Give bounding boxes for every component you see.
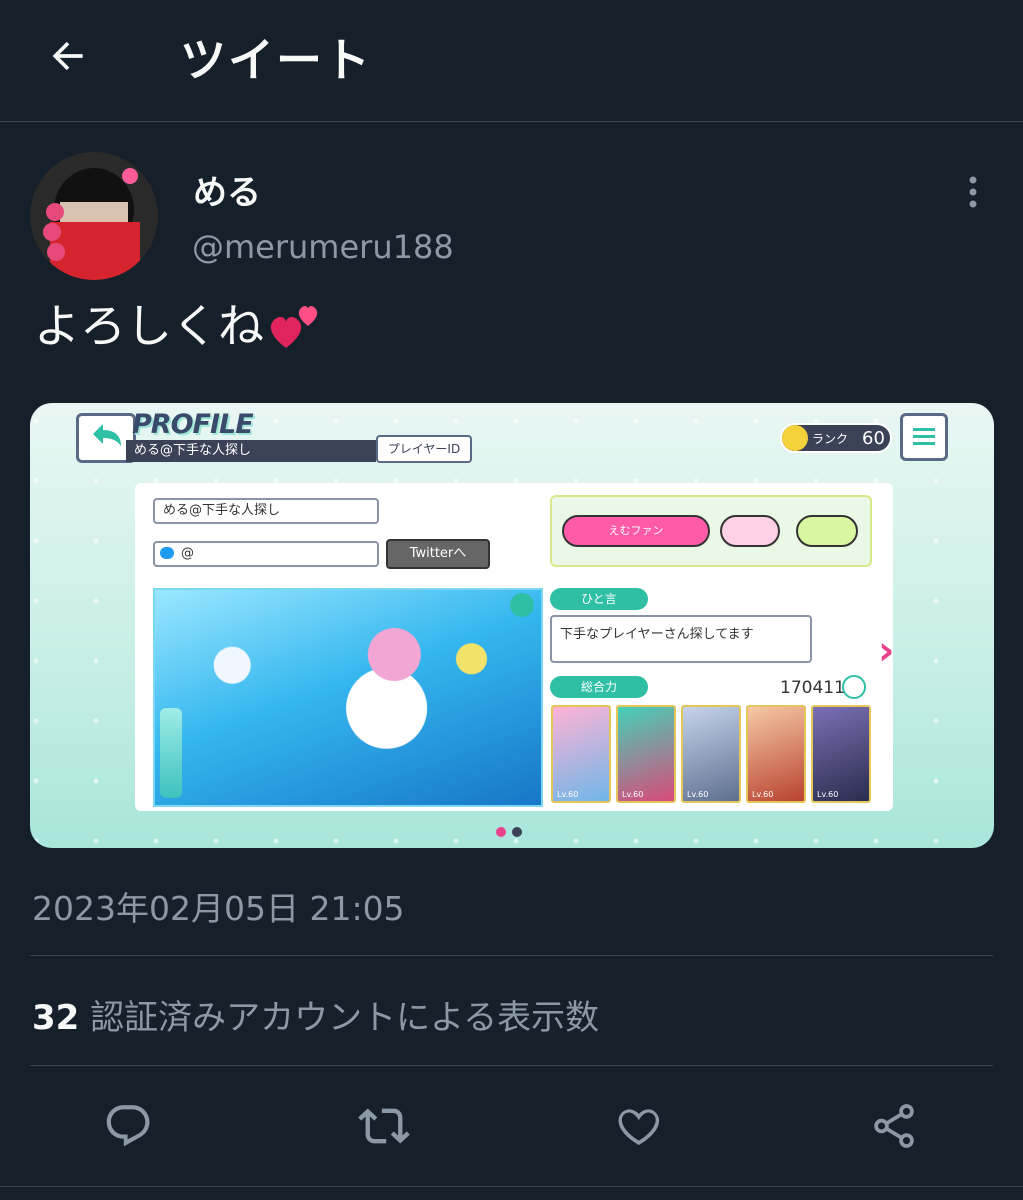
back-button[interactable] [40,28,96,84]
chevron-right-icon: › [878,628,895,674]
game-total-power-label: 総合力 [550,676,648,698]
reply-button[interactable] [102,1100,154,1152]
page-title: ツイート [180,33,372,87]
page-indicator [496,827,522,837]
music-note-icon [782,425,808,451]
twitter-bird-icon [160,547,174,559]
game-hitokoto-text: 下手なプレイヤーさん探してます [550,615,812,663]
hearts-badge-icon [720,515,780,547]
retweet-icon [358,1108,410,1144]
game-hitokoto-label: ひと言 [550,588,648,610]
game-deck-card: Lv.60 [616,705,676,803]
hamburger-icon [913,428,935,445]
views-count: 32 [32,998,80,1038]
share-button[interactable] [868,1100,920,1152]
views-stat[interactable]: 32 認証済みアカウントによる表示数 [32,990,599,1039]
undo-arrow-icon [93,424,121,446]
burger-badge-icon [796,515,858,547]
avatar-image [30,152,158,280]
game-deck-card-level: Lv.60 [687,790,709,799]
tweet-text: よろしくね [34,290,326,356]
back-arrow-icon [52,41,83,71]
game-profile-title: PROFILE [132,409,254,440]
info-icon [842,675,866,699]
page-dot-active [496,827,506,837]
views-label: 認証済みアカウントによる表示数 [90,998,600,1038]
author-name[interactable]: める [193,165,261,214]
game-profile-name-bar: める@下手な人探し [126,440,376,462]
divider [30,955,993,956]
star-rank-icon [160,708,182,798]
more-vertical-icon [969,176,977,208]
author-handle[interactable]: @merumeru188 [192,228,454,266]
more-options-button[interactable] [956,172,990,212]
heart-icon [618,1109,660,1145]
game-featured-card-art [153,588,543,807]
game-twitter-button: Twitterへ [386,539,490,569]
top-bar: ツイート [0,0,1023,122]
game-deck-card-level: Lv.60 [752,790,774,799]
sprout-icon [510,593,534,617]
divider [30,1065,993,1066]
game-deck-card-level: Lv.60 [557,790,579,799]
share-icon [874,1104,914,1148]
divider [0,1186,1023,1187]
game-player-id-button: プレイヤーID [376,435,472,463]
reply-icon [106,1105,150,1147]
game-rank-value: 60 [862,427,885,449]
game-deck-card: Lv.60 [551,705,611,803]
page-dot [512,827,522,837]
game-name-field: める@下手な人探し [153,498,379,524]
game-rank-label: ランク [812,431,849,446]
tweet-timestamp[interactable]: 2023年02月05日 21:05 [32,882,405,930]
game-fan-pill: えむファン [562,515,710,547]
game-deck-card: Lv.60 [811,705,871,803]
game-twitter-field: @ [153,541,379,567]
retweet-button[interactable] [358,1100,410,1152]
avatar[interactable] [30,152,158,280]
game-deck-card-level: Lv.60 [622,790,644,799]
game-total-power-value: 170411 [780,678,845,698]
like-button[interactable] [613,1100,665,1152]
game-deck-card: Lv.60 [746,705,806,803]
tweet-text-content: よろしくね [34,299,264,353]
tweet-image[interactable]: PROFILE める@下手な人探し プレイヤーID ランク 60 める@下手な人… [30,403,994,848]
game-deck-card: Lv.60 [681,705,741,803]
game-menu-button [900,413,948,461]
two-hearts-icon [270,306,318,348]
game-deck-card-level: Lv.60 [817,790,839,799]
